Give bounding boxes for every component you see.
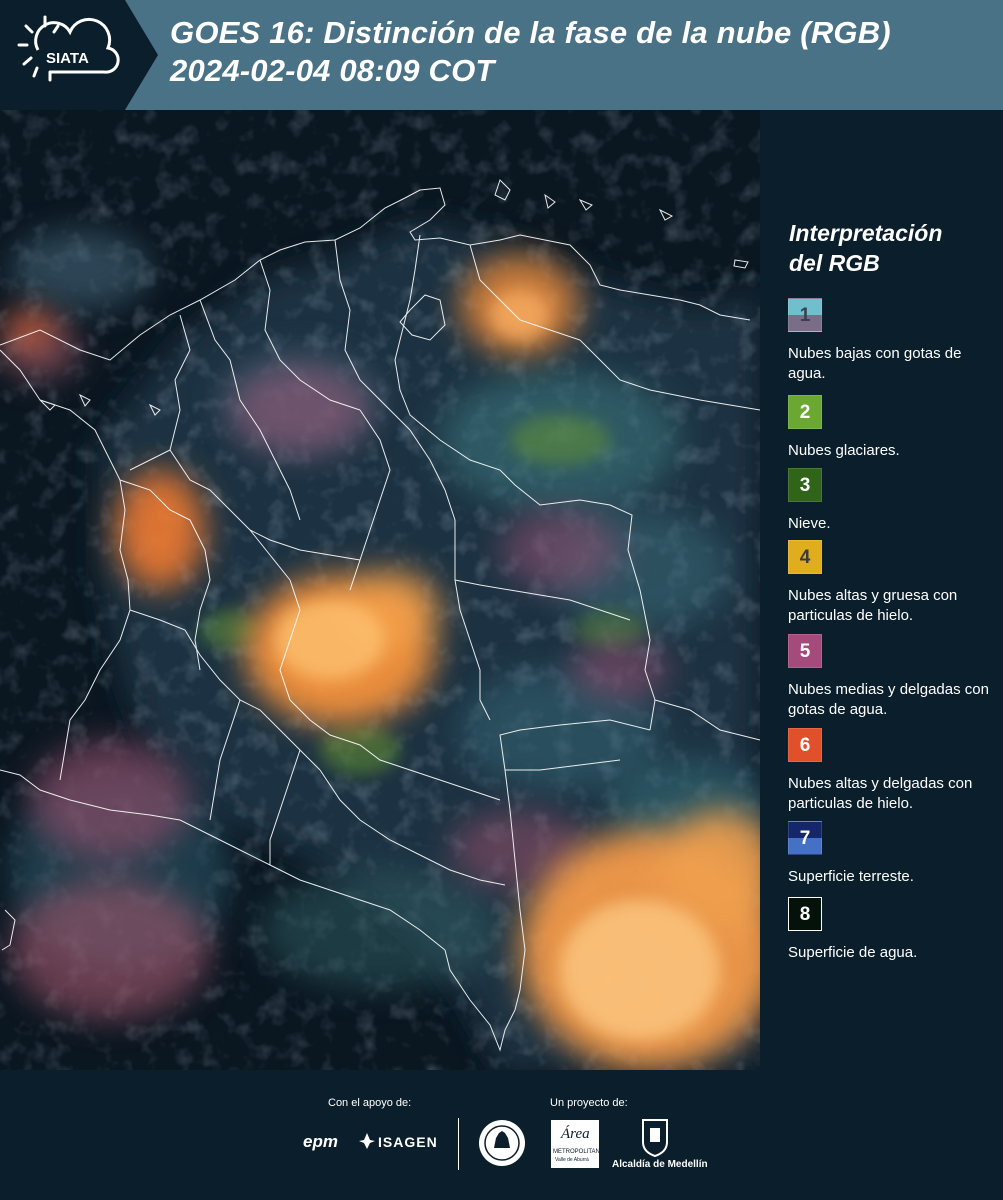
support-label: Con el apoyo de: (328, 1097, 412, 1109)
epm-logo: epm (303, 1132, 338, 1151)
legend-swatch: 6 (788, 728, 822, 762)
legend-swatch: 3 (788, 468, 822, 502)
legend-title-line-1: Interpretación (789, 220, 943, 246)
legend-swatch: 2 (788, 395, 822, 429)
legend-panel: Interpretación del RGB 1 Nubes bajas con … (760, 110, 1003, 1070)
seal-icon (479, 1120, 525, 1166)
legend-number: 6 (799, 735, 811, 756)
medellin-shield-icon (642, 1119, 668, 1158)
legend-number: 2 (799, 402, 811, 423)
legend-swatch: 4 (788, 540, 822, 574)
legend-number: 8 (799, 904, 811, 925)
legend-item-1: 1 Nubes bajas con gotas de agua. (788, 298, 998, 384)
legend-label: Nubes altas y delgadas con particulas de… (788, 775, 973, 812)
legend-number: 1 (799, 305, 811, 326)
page-title: GOES 16: Distinción de la fase de la nub… (170, 14, 891, 90)
satellite-image (0, 110, 760, 1070)
title-line-2: 2024-02-04 08:09 COT (170, 53, 495, 88)
legend-item-2: 2 Nubes glaciares. (788, 395, 998, 461)
legend-swatch: 1 (788, 298, 822, 332)
siata-logo: SIATA (0, 0, 158, 110)
header-bar: SIATA GOES 16: Distinción de la fase de … (0, 0, 1003, 110)
siata-logo-text: SIATA (46, 50, 89, 67)
legend-number: 4 (799, 547, 811, 568)
legend-item-5: 5 Nubes medias y delgadas con gotas de ag… (788, 634, 998, 720)
legend-item-6: 6 Nubes altas y delgadas con particulas d… (788, 728, 998, 814)
legend-item-4: 4 Nubes altas y gruesa con particulas de … (788, 540, 998, 626)
isagen-icon (359, 1133, 375, 1149)
legend-swatch: 8 (788, 897, 822, 931)
legend-label: Superficie terreste. (788, 868, 914, 885)
footer-separator (458, 1118, 459, 1170)
project-label: Un proyecto de: (550, 1097, 628, 1109)
legend-label: Nubes glaciares. (788, 442, 900, 459)
legend-number: 7 (799, 828, 811, 849)
isagen-logo: ISAGEN (378, 1134, 438, 1150)
title-line-1: GOES 16: Distinción de la fase de la nub… (170, 15, 891, 50)
legend-number: 5 (799, 641, 811, 662)
legend-item-7: 7 Superficie terreste. (788, 821, 998, 887)
legend-label: Nubes medias y delgadas con gotas de agu… (788, 681, 989, 718)
alcaldia-logo-text: Alcaldía de Medellín (612, 1159, 708, 1170)
area-metropolitana-logo: Área METROPOLITANA Valle de Aburrá (551, 1120, 604, 1168)
legend-title-line-2: del RGB (789, 250, 880, 276)
legend-item-3: 3 Nieve. (788, 468, 998, 534)
legend-swatch: 5 (788, 634, 822, 668)
legend-title: Interpretación del RGB (789, 218, 942, 278)
legend-item-8: 8 Superficie de agua. (788, 897, 998, 963)
legend-label: Nubes altas y gruesa con particulas de h… (788, 587, 958, 624)
footer: Con el apoyo de: Un proyecto de: epm ISA… (0, 1070, 1003, 1200)
legend-swatch: 7 (788, 821, 822, 855)
legend-label: Nubes bajas con gotas de agua. (788, 345, 962, 382)
legend-label: Superficie de agua. (788, 944, 918, 961)
satellite-map (0, 110, 760, 1070)
legend-number: 3 (799, 475, 811, 496)
legend-label: Nieve. (788, 515, 831, 532)
